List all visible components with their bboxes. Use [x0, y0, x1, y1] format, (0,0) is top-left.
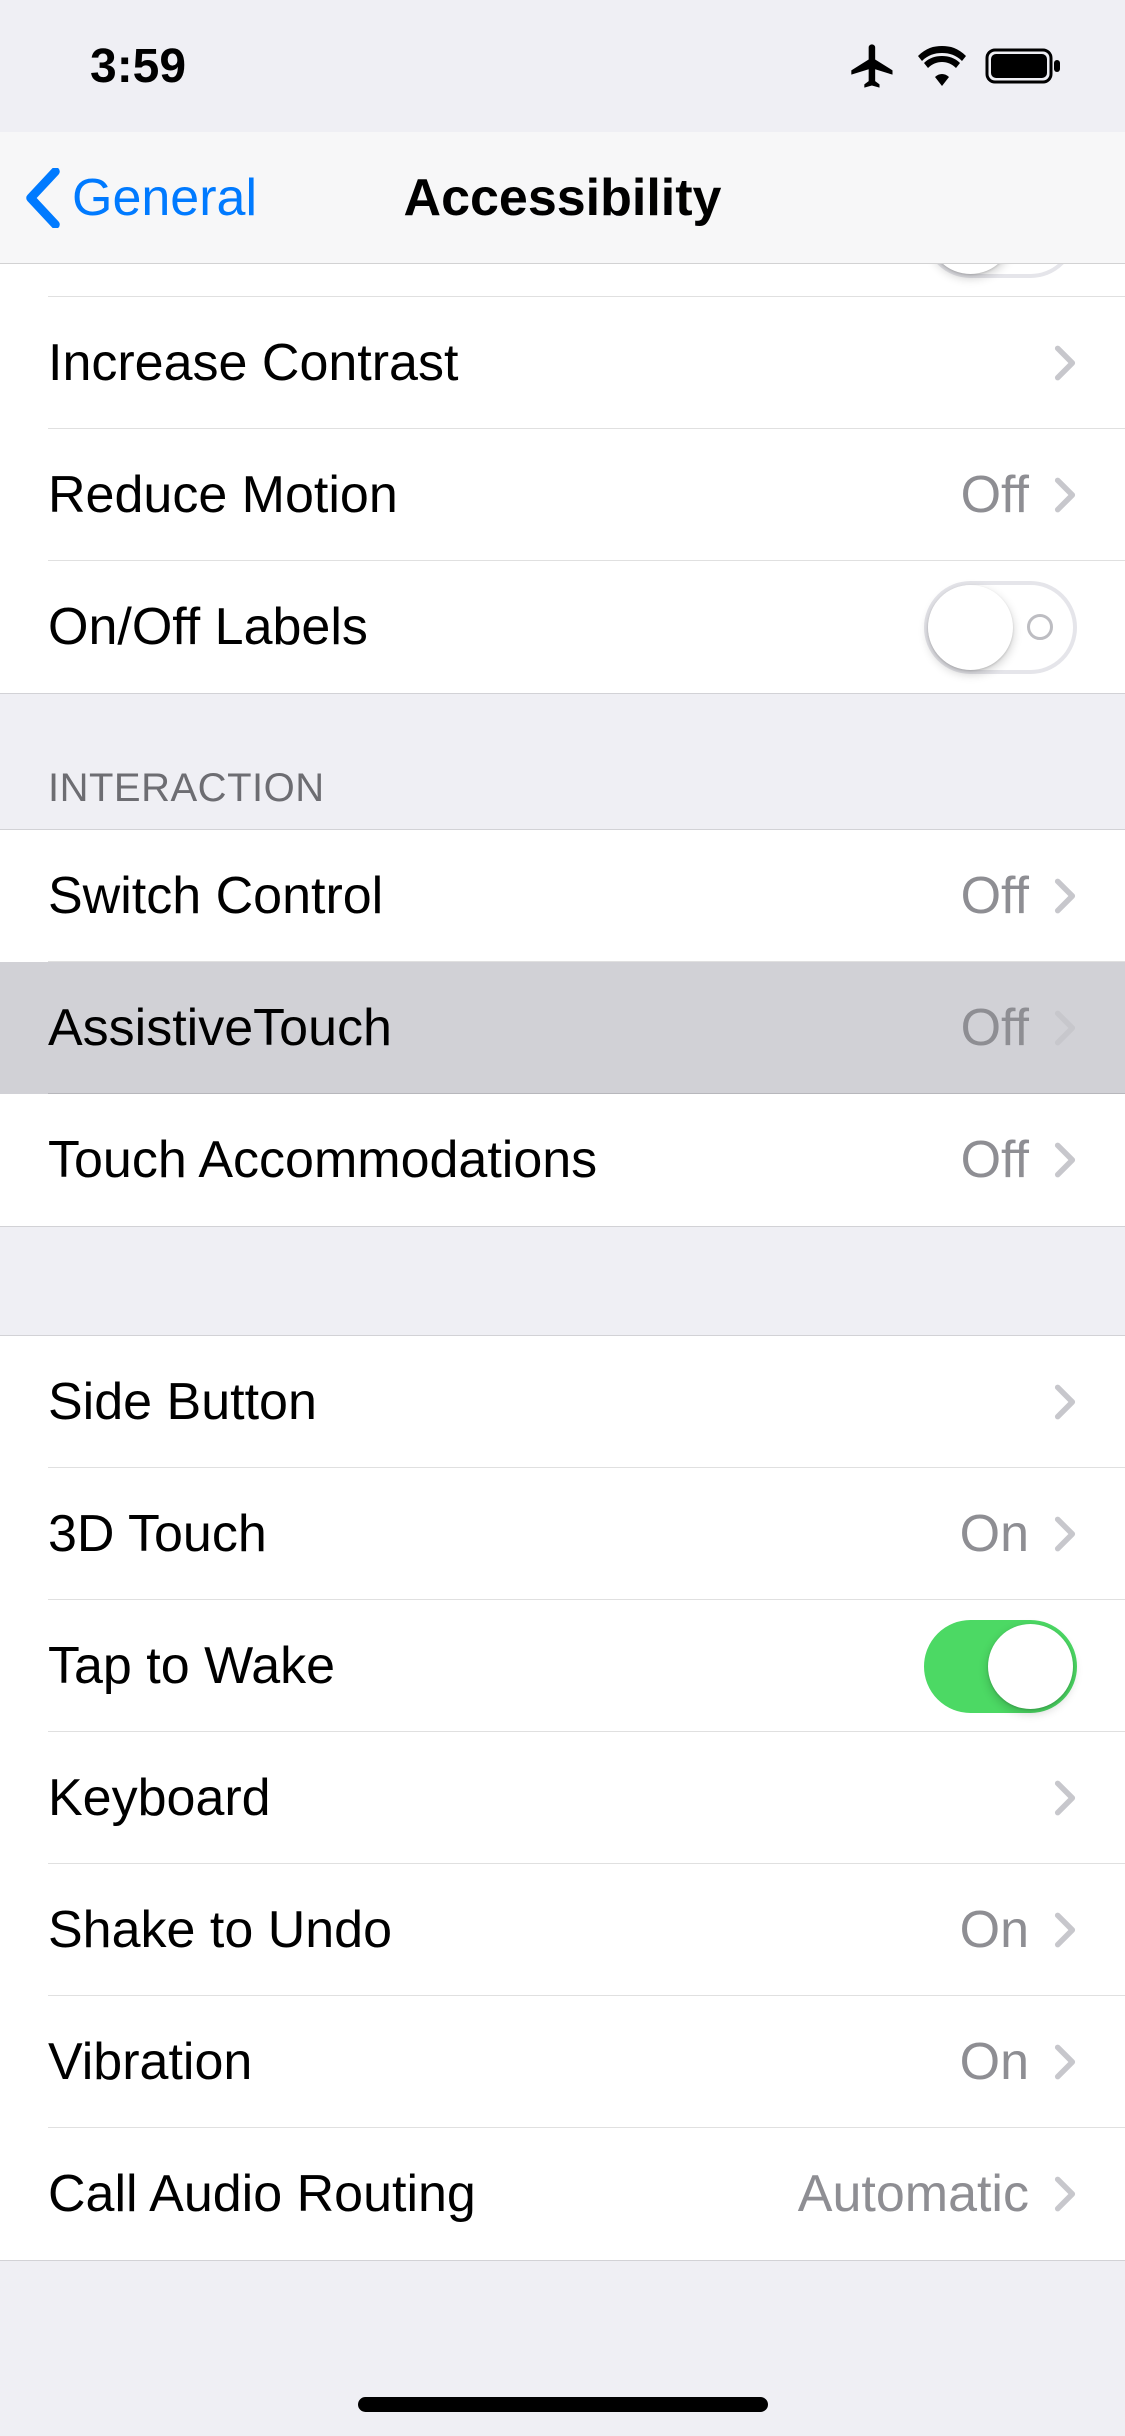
row-increase-contrast[interactable]: Increase Contrast [0, 297, 1125, 429]
cell-label: Touch Accommodations [48, 1130, 961, 1190]
row-button-shapes[interactable]: Button Shapes [0, 264, 1125, 297]
cell-value: On [960, 1504, 1029, 1564]
cell-label: AssistiveTouch [48, 998, 961, 1058]
cell-label: Vibration [48, 2032, 960, 2092]
battery-icon [985, 46, 1065, 86]
cell-value: Off [961, 465, 1029, 525]
onoff-labels-toggle[interactable] [924, 581, 1077, 674]
chevron-right-icon [1053, 1140, 1077, 1180]
wifi-icon [917, 46, 967, 86]
cell-label: Tap to Wake [48, 1636, 924, 1696]
back-label: General [72, 168, 257, 228]
row-tap-to-wake[interactable]: Tap to Wake [0, 1600, 1125, 1732]
row-vibration[interactable]: Vibration On [0, 1996, 1125, 2128]
chevron-right-icon [1053, 343, 1077, 383]
status-time: 3:59 [90, 39, 186, 94]
chevron-right-icon [1053, 1382, 1077, 1422]
chevron-right-icon [1053, 876, 1077, 916]
cell-value: Off [961, 1130, 1029, 1190]
cell-label: Reduce Motion [48, 465, 961, 525]
row-side-button[interactable]: Side Button [0, 1336, 1125, 1468]
cell-value: On [960, 1900, 1029, 1960]
chevron-left-icon [24, 168, 62, 228]
tap-to-wake-toggle[interactable] [924, 1620, 1077, 1713]
nav-bar: General Accessibility [0, 132, 1125, 264]
cell-value: On [960, 2032, 1029, 2092]
cell-label: Keyboard [48, 1768, 1053, 1828]
row-onoff-labels[interactable]: On/Off Labels [0, 561, 1125, 693]
cell-value: Off [961, 998, 1029, 1058]
row-assistivetouch[interactable]: AssistiveTouch Off [0, 962, 1125, 1094]
chevron-right-icon [1053, 1514, 1077, 1554]
settings-scroll[interactable]: Button Shapes Increase Contrast Reduce M… [0, 264, 1125, 2436]
status-icons [847, 40, 1065, 92]
airplane-icon [847, 40, 899, 92]
home-indicator[interactable] [358, 2397, 768, 2412]
cell-label: Side Button [48, 1372, 1053, 1432]
toggle-off-ring-icon [1027, 614, 1053, 640]
toggle-knob [988, 1624, 1073, 1709]
cell-label: Increase Contrast [48, 333, 1053, 393]
chevron-right-icon [1053, 1910, 1077, 1950]
cell-value: Off [961, 866, 1029, 926]
row-touch-accommodations[interactable]: Touch Accommodations Off [0, 1094, 1125, 1226]
cell-label: On/Off Labels [48, 597, 924, 657]
toggle-knob [928, 585, 1013, 670]
cell-label: Shake to Undo [48, 1900, 960, 1960]
back-button[interactable]: General [0, 168, 257, 228]
chevron-right-icon [1053, 475, 1077, 515]
row-switch-control[interactable]: Switch Control Off [0, 830, 1125, 962]
cell-label: Switch Control [48, 866, 961, 926]
cell-label: Call Audio Routing [48, 2164, 798, 2224]
row-3d-touch[interactable]: 3D Touch On [0, 1468, 1125, 1600]
button-shapes-toggle[interactable] [924, 264, 1077, 278]
row-call-audio-routing[interactable]: Call Audio Routing Automatic [0, 2128, 1125, 2260]
cell-value: Automatic [798, 2164, 1029, 2224]
chevron-right-icon [1053, 1008, 1077, 1048]
chevron-right-icon [1053, 1778, 1077, 1818]
row-keyboard[interactable]: Keyboard [0, 1732, 1125, 1864]
toggle-knob [928, 264, 1013, 274]
chevron-right-icon [1053, 2174, 1077, 2214]
cell-label: 3D Touch [48, 1504, 960, 1564]
status-bar: 3:59 [0, 0, 1125, 132]
chevron-right-icon [1053, 2042, 1077, 2082]
row-reduce-motion[interactable]: Reduce Motion Off [0, 429, 1125, 561]
row-shake-to-undo[interactable]: Shake to Undo On [0, 1864, 1125, 1996]
section-header-interaction: INTERACTION [0, 694, 1125, 829]
